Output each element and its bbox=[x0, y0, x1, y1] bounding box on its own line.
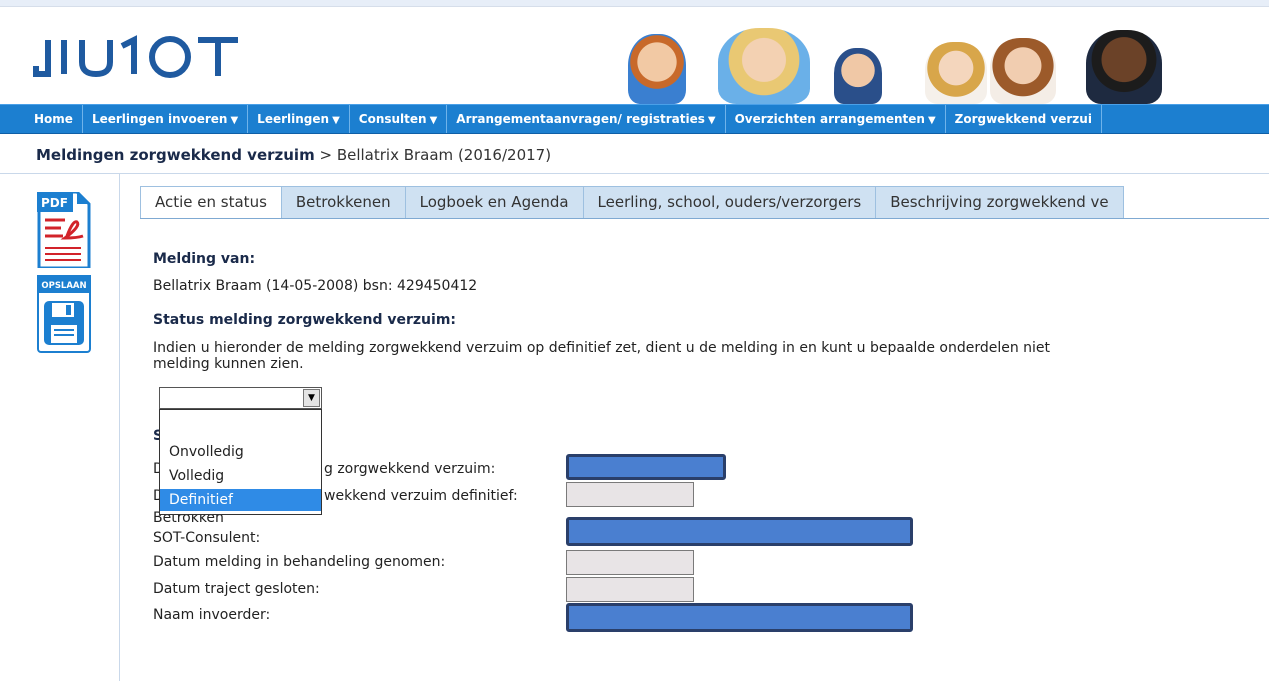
main-nav: Home Leerlingen invoeren ▼ Leerlingen ▼ Consu… bbox=[0, 104, 1269, 134]
child-photo-6 bbox=[1086, 30, 1162, 104]
row-label-datum-gesloten: Datum traject gesloten: bbox=[153, 581, 320, 597]
tab-betrokkenen[interactable]: Betrokkenen bbox=[280, 186, 406, 218]
breadcrumb: Meldingen zorgwekkend verzuim > Bellatri… bbox=[36, 146, 551, 164]
chevron-down-icon: ▼ bbox=[429, 115, 438, 126]
status-option-definitief[interactable]: Definitief bbox=[160, 489, 321, 511]
tab-beschrijving-zorgwekkend-ve[interactable]: Beschrijving zorgwekkend ve bbox=[875, 186, 1124, 218]
datum-definitief-field[interactable] bbox=[566, 482, 694, 507]
nav-item-consulten[interactable]: Consulten ▼ bbox=[350, 105, 448, 133]
status-option-volledig[interactable]: Volledig bbox=[160, 465, 321, 487]
row-label-sot-consulent: SOT-Consulent: bbox=[153, 530, 261, 546]
row-label-naam-invoerder: Naam invoerder: bbox=[153, 607, 271, 623]
nav-item-label: Consulten bbox=[358, 112, 427, 126]
status-heading: Status melding zorgwekkend verzuim: bbox=[153, 312, 457, 328]
save-button[interactable]: OPSLAAN bbox=[37, 275, 91, 357]
nav-item-label: Arrangementaanvragen/ registraties bbox=[456, 112, 705, 126]
melding-van-value: Bellatrix Braam (14-05-2008) bsn: 429450… bbox=[153, 278, 478, 294]
child-photo-1 bbox=[628, 34, 686, 104]
row-label-datum-behandeling: Datum melding in behandeling genomen: bbox=[153, 554, 446, 570]
chevron-down-icon: ▼ bbox=[332, 115, 340, 126]
status-option-onvolledig[interactable]: Onvolledig bbox=[160, 441, 321, 463]
child-photo-5 bbox=[990, 38, 1056, 104]
nav-item-leerlingen-invoeren[interactable]: Leerlingen invoeren ▼ bbox=[83, 105, 249, 133]
nav-item-zorgwekkend-verzui[interactable]: Zorgwekkend verzui bbox=[946, 105, 1102, 133]
nav-item-leerlingen[interactable]: Leerlingen ▼ bbox=[248, 105, 350, 133]
nav-item-home[interactable]: Home bbox=[0, 105, 83, 133]
chevron-down-icon: ▼ bbox=[707, 115, 716, 126]
sidebar-divider bbox=[119, 174, 120, 681]
app-logo bbox=[30, 22, 270, 94]
child-photo-4 bbox=[925, 42, 987, 104]
status-select[interactable]: ▼ bbox=[159, 387, 322, 409]
save-icon-label: OPSLAAN bbox=[41, 281, 86, 291]
child-photo-3 bbox=[834, 48, 882, 104]
breadcrumb-separator: > bbox=[314, 146, 337, 164]
status-info-line2: melding kunnen zien. bbox=[153, 356, 304, 372]
browser-top-strip bbox=[0, 0, 1269, 7]
nav-item-label: Zorgwekkend verzui bbox=[954, 112, 1092, 126]
breadcrumb-current: Bellatrix Braam (2016/2017) bbox=[336, 146, 552, 164]
chevron-down-icon: ▼ bbox=[927, 115, 936, 126]
tab-actie-en-status[interactable]: Actie en status bbox=[140, 186, 282, 218]
tab-bar: Actie en status Betrokkenen Logboek en Age… bbox=[140, 186, 1269, 219]
row-label-datum-definitief: wekkend verzuim definitief: bbox=[324, 488, 518, 504]
nav-item-label: Overzichten arrangementen bbox=[734, 112, 925, 126]
pdf-icon: PDF bbox=[37, 190, 91, 270]
datum-gesloten-field[interactable] bbox=[566, 577, 694, 602]
chevron-down-icon[interactable]: ▼ bbox=[303, 389, 320, 407]
nav-item-label: Leerlingen invoeren bbox=[91, 112, 228, 126]
pdf-export-button[interactable]: PDF bbox=[37, 190, 91, 272]
chevron-down-icon: ▼ bbox=[230, 115, 239, 126]
nav-item-label: Home bbox=[34, 112, 73, 126]
status-dropdown-list: Onvolledig Volledig Definitief bbox=[159, 409, 322, 515]
header-divider bbox=[0, 173, 1269, 174]
melding-van-heading: Melding van: bbox=[153, 251, 256, 267]
tab-logboek-en-agenda[interactable]: Logboek en Agenda bbox=[404, 186, 584, 218]
nav-item-arrangementaanvragen-registraties[interactable]: Arrangementaanvragen/ registraties ▼ bbox=[447, 105, 726, 133]
nav-item-label: Leerlingen bbox=[257, 112, 330, 126]
datum-behandeling-field[interactable] bbox=[566, 550, 694, 575]
nav-item-overzichten-arrangementen[interactable]: Overzichten arrangementen ▼ bbox=[726, 105, 946, 133]
logo-mark bbox=[33, 35, 238, 78]
breadcrumb-section[interactable]: Meldingen zorgwekkend verzuim bbox=[36, 146, 315, 164]
pdf-icon-label: PDF bbox=[41, 196, 68, 210]
save-disk-icon: OPSLAAN bbox=[37, 275, 91, 353]
sot-consulent-field-redacted[interactable] bbox=[566, 517, 913, 546]
tab-leerling-school-ouders-verzorgers[interactable]: Leerling, school, ouders/verzorgers bbox=[582, 186, 877, 218]
naam-invoerder-field-redacted[interactable] bbox=[566, 603, 913, 632]
row-label-datum-melding: g zorgwekkend verzuim: bbox=[324, 461, 496, 477]
child-photo-2 bbox=[718, 28, 810, 104]
status-info-line1: Indien u hieronder de melding zorgwekken… bbox=[153, 340, 1051, 356]
datum-melding-field-redacted[interactable] bbox=[566, 454, 726, 480]
